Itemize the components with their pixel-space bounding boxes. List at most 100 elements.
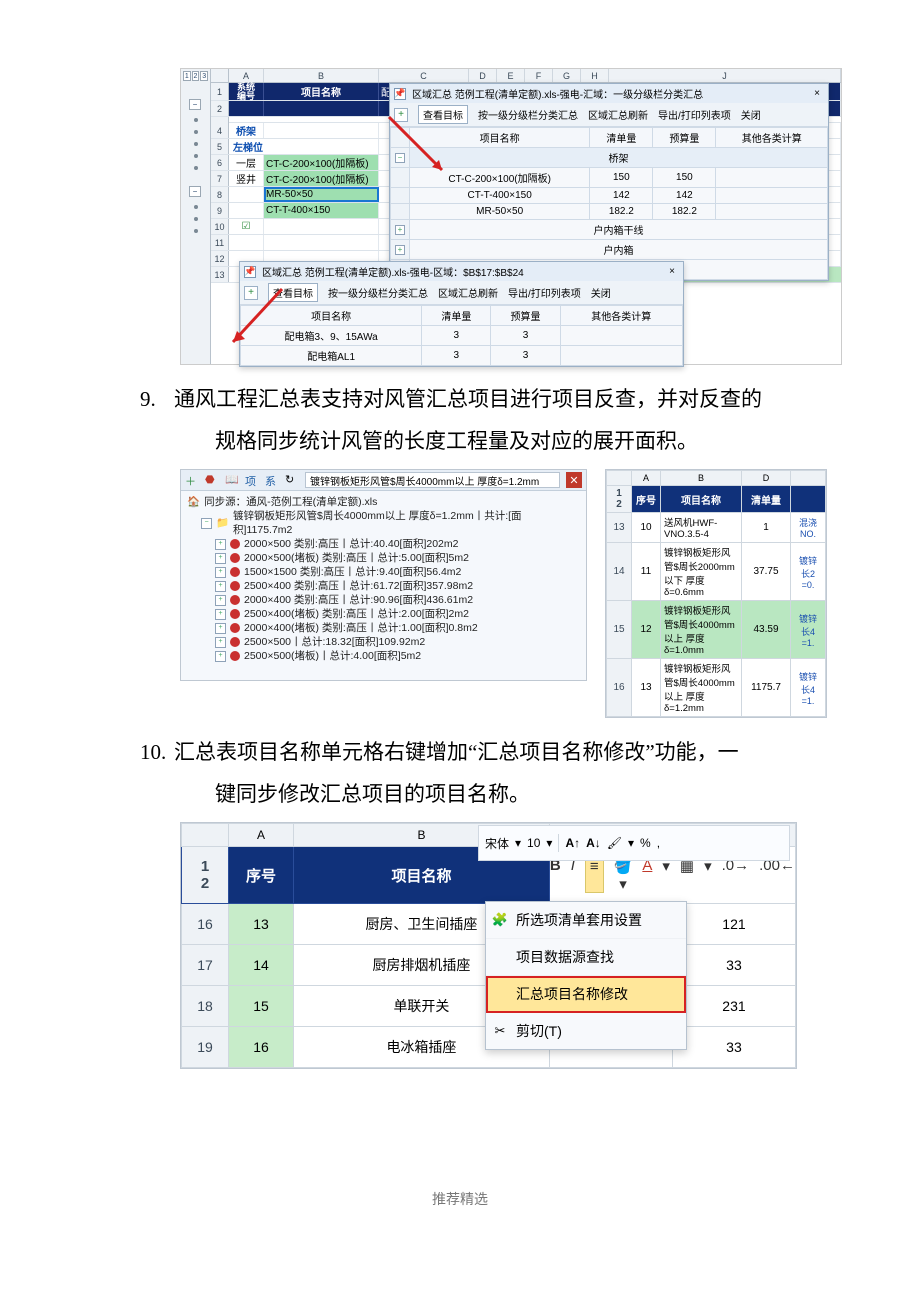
- italic-icon[interactable]: I: [571, 857, 575, 893]
- cell-bridge[interactable]: 桥架: [229, 123, 264, 138]
- item-icon[interactable]: 项: [245, 473, 259, 487]
- outline-level-1[interactable]: 1: [183, 71, 191, 81]
- view-target-button[interactable]: 查看目标: [418, 105, 468, 124]
- refresh-button[interactable]: 区域汇总刷新: [588, 107, 648, 122]
- table-row[interactable]: 1411镀锌钢板矩形风管$周长2000mm以下 厚度δ=0.6mm37.75镀锌…: [607, 543, 826, 601]
- item-icon: [230, 581, 240, 591]
- align-icon[interactable]: ≡: [585, 857, 604, 893]
- cell-shaft[interactable]: 竖井: [229, 171, 264, 186]
- col-F[interactable]: F: [525, 69, 553, 82]
- col-J[interactable]: J: [609, 69, 841, 82]
- pin-icon[interactable]: 📌: [394, 88, 406, 100]
- menu-item-data-source-find[interactable]: 项目数据源查找: [486, 939, 686, 976]
- close-button[interactable]: 关闭: [591, 285, 611, 300]
- expand-icon[interactable]: +: [395, 245, 405, 255]
- sys-icon[interactable]: 系: [265, 473, 279, 487]
- font-size-select[interactable]: 10: [527, 836, 540, 850]
- group-by-button[interactable]: 按一级分级栏分类汇总: [478, 107, 578, 122]
- fill-icon[interactable]: 🪣▾: [614, 857, 633, 893]
- tree-panel: ＋ ⬣ 📖 项 系 ↻ 镀锌钢板矩形风管$周长4000mm以上 厚度δ=1.2m…: [180, 469, 587, 681]
- tree-item[interactable]: 2500×500(堵板)丨总计:4.00[面积]5m2: [244, 649, 421, 663]
- close-icon[interactable]: ×: [665, 266, 679, 277]
- close-icon[interactable]: ✕: [566, 472, 582, 488]
- tree-item[interactable]: 2000×500 类别:高压丨总计:40.40[面积]202m2: [244, 537, 458, 551]
- tree-item[interactable]: 2000×500(堵板) 类别:高压丨总计:5.00[面积]5m2: [244, 551, 469, 565]
- book-icon[interactable]: 📖: [225, 473, 239, 487]
- group-by-button[interactable]: 按一级分级栏分类汇总: [328, 285, 428, 300]
- stop-icon[interactable]: ⬣: [205, 473, 219, 487]
- tree-item[interactable]: 2500×400(堵板) 类别:高压丨总计:2.00[面积]2m2: [244, 607, 469, 621]
- format-painter-icon[interactable]: 🖌: [607, 836, 622, 850]
- menu-item-apply-setting[interactable]: 🧩所选项清单套用设置: [486, 902, 686, 939]
- outline-collapse-1[interactable]: −: [189, 99, 201, 110]
- close-icon[interactable]: ×: [810, 88, 824, 99]
- table-row[interactable]: 1613镀锌钢板矩形风管$周长4000mm以上 厚度δ=1.2mm1175.7镀…: [607, 659, 826, 717]
- outline-collapse-2[interactable]: −: [189, 186, 201, 197]
- table-row-selected[interactable]: 1512镀锌钢板矩形风管$周长4000mm以上 厚度δ=1.0mm43.59镀锌…: [607, 601, 826, 659]
- view-target-button[interactable]: 查看目标: [268, 283, 318, 302]
- outline-level-2[interactable]: 2: [192, 71, 200, 81]
- pin-icon[interactable]: 📌: [244, 266, 256, 278]
- tree-item[interactable]: 2000×400(堵板) 类别:高压丨总计:1.00[面积]0.8m2: [244, 621, 478, 635]
- tree-item[interactable]: 2000×400 类别:高压丨总计:90.96[面积]436.61m2: [244, 593, 473, 607]
- border-icon[interactable]: ▦: [680, 857, 694, 893]
- cell-left-ladder[interactable]: 左梯位: [229, 139, 379, 154]
- bold-icon[interactable]: B: [550, 857, 561, 893]
- col-D[interactable]: D: [469, 69, 497, 82]
- expand-icon[interactable]: +: [215, 539, 226, 550]
- font-select[interactable]: 宋体: [485, 835, 509, 852]
- popup2-table: 项目名称清单量预算量其他各类计算 配电箱3、9、15AWa33 配电箱AL133: [240, 305, 683, 366]
- cell-ct-t-400[interactable]: CT-T-400×150: [264, 203, 379, 218]
- menu-item-rename-summary[interactable]: 汇总项目名称修改: [486, 976, 686, 1013]
- outline-dots: [194, 154, 198, 158]
- cell-ct-c-200-2[interactable]: CT-C-200×100(加隔板): [264, 171, 379, 186]
- percent-icon[interactable]: %: [640, 836, 651, 850]
- tree-item[interactable]: 1500×1500 类别:高压丨总计:9.40[面积]56.4m2: [244, 565, 461, 579]
- tree-item[interactable]: 2500×500丨总计:18.32[面积]109.92m2: [244, 635, 425, 649]
- cell-check[interactable]: ☑: [229, 219, 264, 234]
- cell-floor[interactable]: 一层: [229, 155, 264, 170]
- screenshot-1: 1 2 3 − − A B C: [180, 68, 842, 365]
- expand-icon[interactable]: +: [215, 595, 226, 606]
- refresh-icon[interactable]: ↻: [285, 473, 299, 487]
- expand-icon[interactable]: +: [215, 581, 226, 592]
- expand-icon[interactable]: +: [395, 225, 405, 235]
- tree-item[interactable]: 2500×400 类别:高压丨总计:61.72[面积]357.98m2: [244, 579, 473, 593]
- menu-item-cut[interactable]: ✂剪切(T): [486, 1013, 686, 1049]
- close-button[interactable]: 关闭: [741, 107, 761, 122]
- expand-icon[interactable]: +: [215, 651, 226, 662]
- col-G[interactable]: G: [553, 69, 581, 82]
- add-icon[interactable]: ＋: [185, 473, 199, 487]
- expand-icon[interactable]: +: [215, 637, 226, 648]
- export-button[interactable]: 导出/打印列表项: [658, 107, 731, 122]
- col-A[interactable]: A: [229, 824, 294, 847]
- expand-icon[interactable]: +: [215, 609, 226, 620]
- increase-decimal-icon[interactable]: .0→: [722, 857, 750, 893]
- collapse-icon[interactable]: −: [201, 518, 212, 529]
- expand-icon[interactable]: +: [215, 623, 226, 634]
- col-B[interactable]: B: [264, 69, 379, 82]
- font-color-icon[interactable]: A: [642, 857, 652, 893]
- cell-ct-c-200-1[interactable]: CT-C-200×100(加隔板): [264, 155, 379, 170]
- outline-dots: [194, 166, 198, 170]
- expand-icon[interactable]: +: [215, 567, 226, 578]
- expand-icon[interactable]: −: [395, 153, 405, 163]
- refresh-button[interactable]: 区域汇总刷新: [438, 285, 498, 300]
- item-9-text-line2: 规格同步统计风管的长度工程量及对应的展开面积。: [215, 423, 880, 459]
- export-button[interactable]: 导出/打印列表项: [508, 285, 581, 300]
- col-C[interactable]: C: [379, 69, 469, 82]
- add-icon[interactable]: +: [244, 286, 258, 300]
- outline-level-3[interactable]: 3: [200, 71, 208, 81]
- decrease-decimal-icon[interactable]: .00←: [759, 857, 795, 893]
- table-row[interactable]: 1310送风机HWF-VNO.3.5-41混浇 NO.: [607, 513, 826, 543]
- decrease-font-icon[interactable]: A↓: [586, 836, 601, 850]
- expand-icon[interactable]: +: [215, 553, 226, 564]
- search-input[interactable]: 镀锌钢板矩形风管$周长4000mm以上 厚度δ=1.2mm: [305, 472, 560, 488]
- cell-mr-50[interactable]: MR-50×50: [264, 187, 379, 202]
- col-A[interactable]: A: [229, 69, 264, 82]
- increase-font-icon[interactable]: A↑: [565, 836, 580, 850]
- add-icon[interactable]: +: [394, 108, 408, 122]
- col-E[interactable]: E: [497, 69, 525, 82]
- col-H[interactable]: H: [581, 69, 609, 82]
- root-node[interactable]: 镀锌钢板矩形风管$周长4000mm以上 厚度δ=1.2mm丨共计:[面积]117…: [233, 509, 580, 537]
